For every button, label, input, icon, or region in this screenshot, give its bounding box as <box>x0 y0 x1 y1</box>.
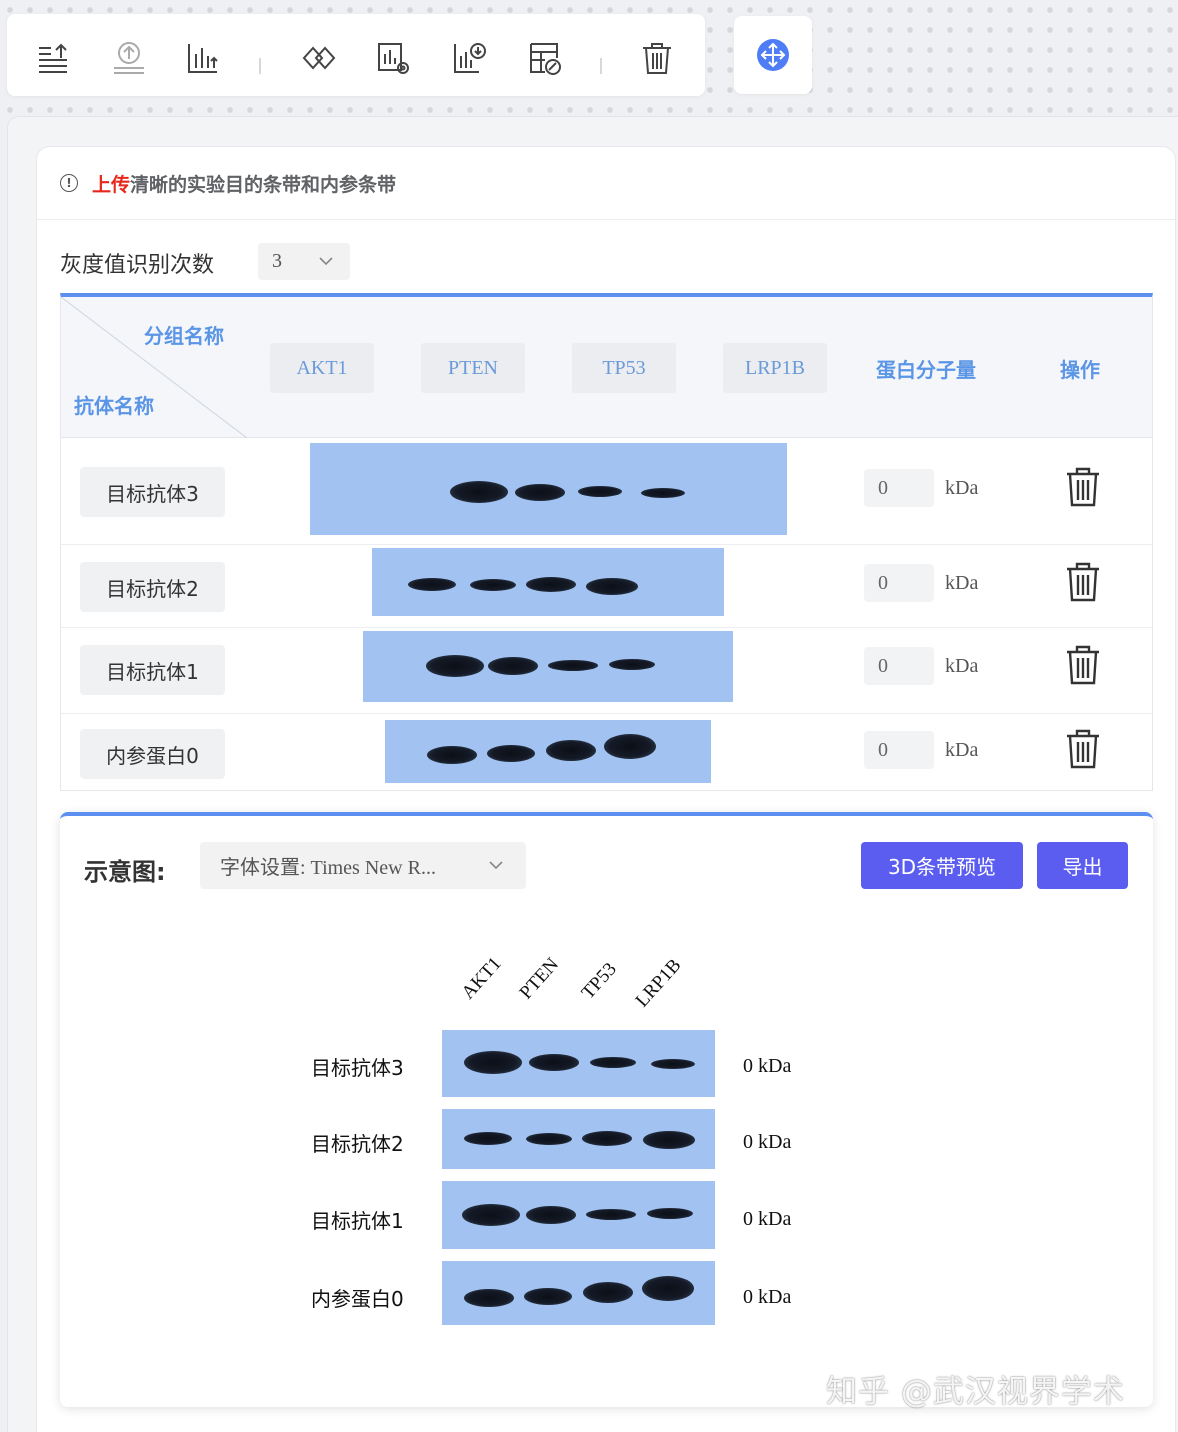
schematic-col-label: AKT1 <box>457 953 506 1004</box>
blot-image[interactable] <box>363 631 733 702</box>
3d-preview-button[interactable]: 3D条带预览 <box>861 842 1023 889</box>
chart-download-icon[interactable] <box>449 38 489 78</box>
schematic-kda: 0 kDa <box>743 1286 792 1308</box>
watermark: 知乎 @武汉视界学术 <box>826 1374 1125 1410</box>
kda-unit: kDa <box>945 739 979 761</box>
notice-text: 清晰的实验目的条带和内参条带 <box>130 173 397 196</box>
delete-row-icon[interactable] <box>1064 562 1102 602</box>
schematic-kda: 0 kDa <box>743 1131 792 1153</box>
group-name-pten[interactable]: PTEN <box>421 343 525 393</box>
group-name-akt1[interactable]: AKT1 <box>270 343 374 393</box>
schematic-blot <box>442 1181 715 1249</box>
upload-circle-icon[interactable] <box>109 38 149 78</box>
schematic-blot <box>442 1261 715 1325</box>
toolbar-separator <box>600 58 602 74</box>
schematic-col-label: TP53 <box>577 958 621 1004</box>
info-icon: ! <box>60 174 78 192</box>
antibody-table: 分组名称 抗体名称 AKT1 PTEN TP53 LRP1B 蛋白分子量 操作 … <box>60 293 1153 791</box>
kda-unit: kDa <box>945 655 979 677</box>
diamond-link-icon[interactable] <box>299 38 339 78</box>
antibody-name-button[interactable]: 目标抗体3 <box>80 467 225 517</box>
export-button[interactable]: 导出 <box>1037 842 1128 889</box>
table-header: 分组名称 抗体名称 AKT1 PTEN TP53 LRP1B 蛋白分子量 操作 <box>61 297 1152 438</box>
antibody-name-button[interactable]: 内参蛋白0 <box>80 729 225 779</box>
blot-image[interactable] <box>385 720 711 783</box>
move-arrows-icon <box>757 39 789 71</box>
gray-detect-value: 3 <box>272 250 282 272</box>
schematic-blot <box>442 1109 715 1169</box>
gray-detect-label: 灰度值识别次数 <box>60 253 215 278</box>
molecular-weight-input[interactable]: 0 <box>864 564 934 602</box>
chevron-down-icon <box>319 257 333 266</box>
blot-image[interactable] <box>310 443 787 535</box>
kda-unit: kDa <box>945 477 979 499</box>
toolbar <box>7 14 705 96</box>
schematic-col-label: PTEN <box>515 953 564 1004</box>
header-molecular-weight: 蛋白分子量 <box>876 358 976 382</box>
molecular-weight-input[interactable]: 0 <box>864 469 934 507</box>
schematic-kda: 0 kDa <box>743 1208 792 1230</box>
table-row: 目标抗体3 0 kDa <box>61 438 1152 545</box>
trash-icon[interactable] <box>637 38 677 78</box>
header-group-name: 分组名称 <box>144 324 224 348</box>
schematic-blot <box>442 1030 715 1097</box>
molecular-weight-input[interactable]: 0 <box>864 731 934 769</box>
table-row: 目标抗体2 0 kDa <box>61 545 1152 628</box>
header-antibody-name: 抗体名称 <box>74 394 154 418</box>
upload-lines-icon[interactable] <box>33 38 73 78</box>
antibody-name-button[interactable]: 目标抗体1 <box>80 645 225 695</box>
table-edit-icon[interactable] <box>525 38 565 78</box>
schematic-col-label: LRP1B <box>631 954 686 1012</box>
table-row: 内参蛋白0 0 kDa <box>61 714 1152 791</box>
font-setting-value: 字体设置: Times New R... <box>220 857 436 879</box>
delete-row-icon[interactable] <box>1064 467 1102 507</box>
schematic-title: 示意图: <box>84 858 166 886</box>
schematic-panel: 示意图: 字体设置: Times New R... 3D条带预览 导出 AKT1… <box>60 812 1153 1407</box>
move-button[interactable] <box>734 16 812 94</box>
chevron-down-icon <box>489 861 503 870</box>
font-setting-select[interactable]: 字体设置: Times New R... <box>200 842 526 889</box>
delete-row-icon[interactable] <box>1064 729 1102 769</box>
upload-notice: ! 上传 清晰的实验目的条带和内参条带 <box>60 168 396 198</box>
gray-detect-select[interactable]: 3 <box>258 243 350 280</box>
toolbar-separator <box>259 58 261 74</box>
group-name-lrp1b[interactable]: LRP1B <box>723 343 827 393</box>
delete-row-icon[interactable] <box>1064 645 1102 685</box>
kda-unit: kDa <box>945 572 979 594</box>
molecular-weight-input[interactable]: 0 <box>864 647 934 685</box>
header-operation: 操作 <box>1060 358 1100 382</box>
blot-image[interactable] <box>372 548 724 616</box>
divider <box>37 219 1175 220</box>
chart-settings-icon[interactable] <box>373 38 413 78</box>
schematic-kda: 0 kDa <box>743 1055 792 1077</box>
bar-chart-upload-icon[interactable] <box>183 38 223 78</box>
notice-highlight: 上传 <box>92 173 131 196</box>
antibody-name-button[interactable]: 目标抗体2 <box>80 562 225 612</box>
table-row: 目标抗体1 0 kDa <box>61 628 1152 714</box>
group-name-tp53[interactable]: TP53 <box>572 343 676 393</box>
